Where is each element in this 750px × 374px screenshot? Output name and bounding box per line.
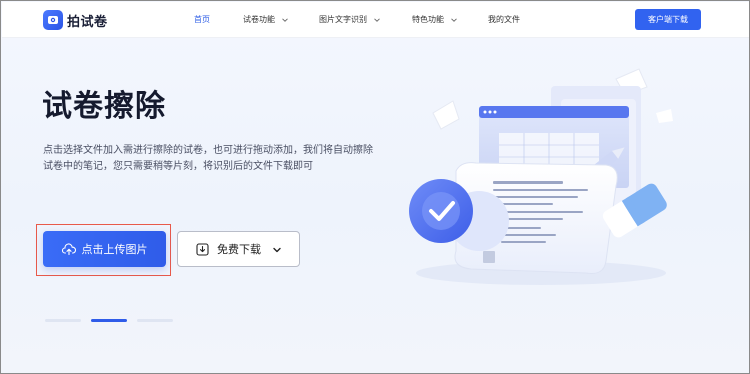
free-download-button[interactable]: 免费下载 <box>177 231 300 267</box>
nav-item-image-ocr[interactable]: 图片文字识别 <box>319 14 381 25</box>
carousel-dot[interactable] <box>137 319 173 322</box>
free-download-label: 免费下载 <box>217 243 261 256</box>
hero-description: 点击选择文件加入需进行擦除的试卷，也可进行拖动添加，我们将自动擦除试卷中的笔记，… <box>43 145 373 172</box>
page-frame: 拍试卷 首页 试卷功能 图片文字识别 特色功能 我的文件 客户端下载 试卷擦除 … <box>0 0 750 374</box>
top-navigation-bar: 拍试卷 首页 试卷功能 图片文字识别 特色功能 我的文件 客户端下载 <box>2 2 749 38</box>
exam-erase-illustration <box>409 68 673 285</box>
brand-logo[interactable]: 拍试卷 <box>43 10 108 30</box>
carousel-dot[interactable] <box>45 319 81 322</box>
download-box-icon <box>196 242 209 256</box>
chevron-down-icon <box>374 17 380 22</box>
nav-item-label: 特色功能 <box>412 15 444 24</box>
upload-image-button[interactable]: 点击上传图片 <box>43 231 166 267</box>
nav-item-my-files[interactable]: 我的文件 <box>488 14 520 25</box>
page-title: 试卷擦除 <box>42 89 166 124</box>
carousel-dot-active[interactable] <box>91 319 127 322</box>
nav-item-exam-features[interactable]: 试卷功能 <box>243 14 289 25</box>
chevron-down-icon <box>282 17 288 22</box>
brand-name: 拍试卷 <box>67 14 108 30</box>
chevron-down-icon <box>451 17 457 22</box>
nav-item-label: 我的文件 <box>488 15 520 24</box>
logo-icon <box>43 10 63 30</box>
client-download-button[interactable]: 客户端下载 <box>635 9 701 30</box>
nav-item-label: 首页 <box>194 15 210 24</box>
nav-item-special-features[interactable]: 特色功能 <box>412 14 458 25</box>
nav-item-label: 图片文字识别 <box>319 15 367 24</box>
chevron-down-icon[interactable] <box>272 245 282 255</box>
nav-item-home[interactable]: 首页 <box>194 14 210 25</box>
cloud-upload-icon <box>61 243 76 255</box>
upload-button-label: 点击上传图片 <box>81 243 148 256</box>
nav-item-label: 试卷功能 <box>243 15 275 24</box>
